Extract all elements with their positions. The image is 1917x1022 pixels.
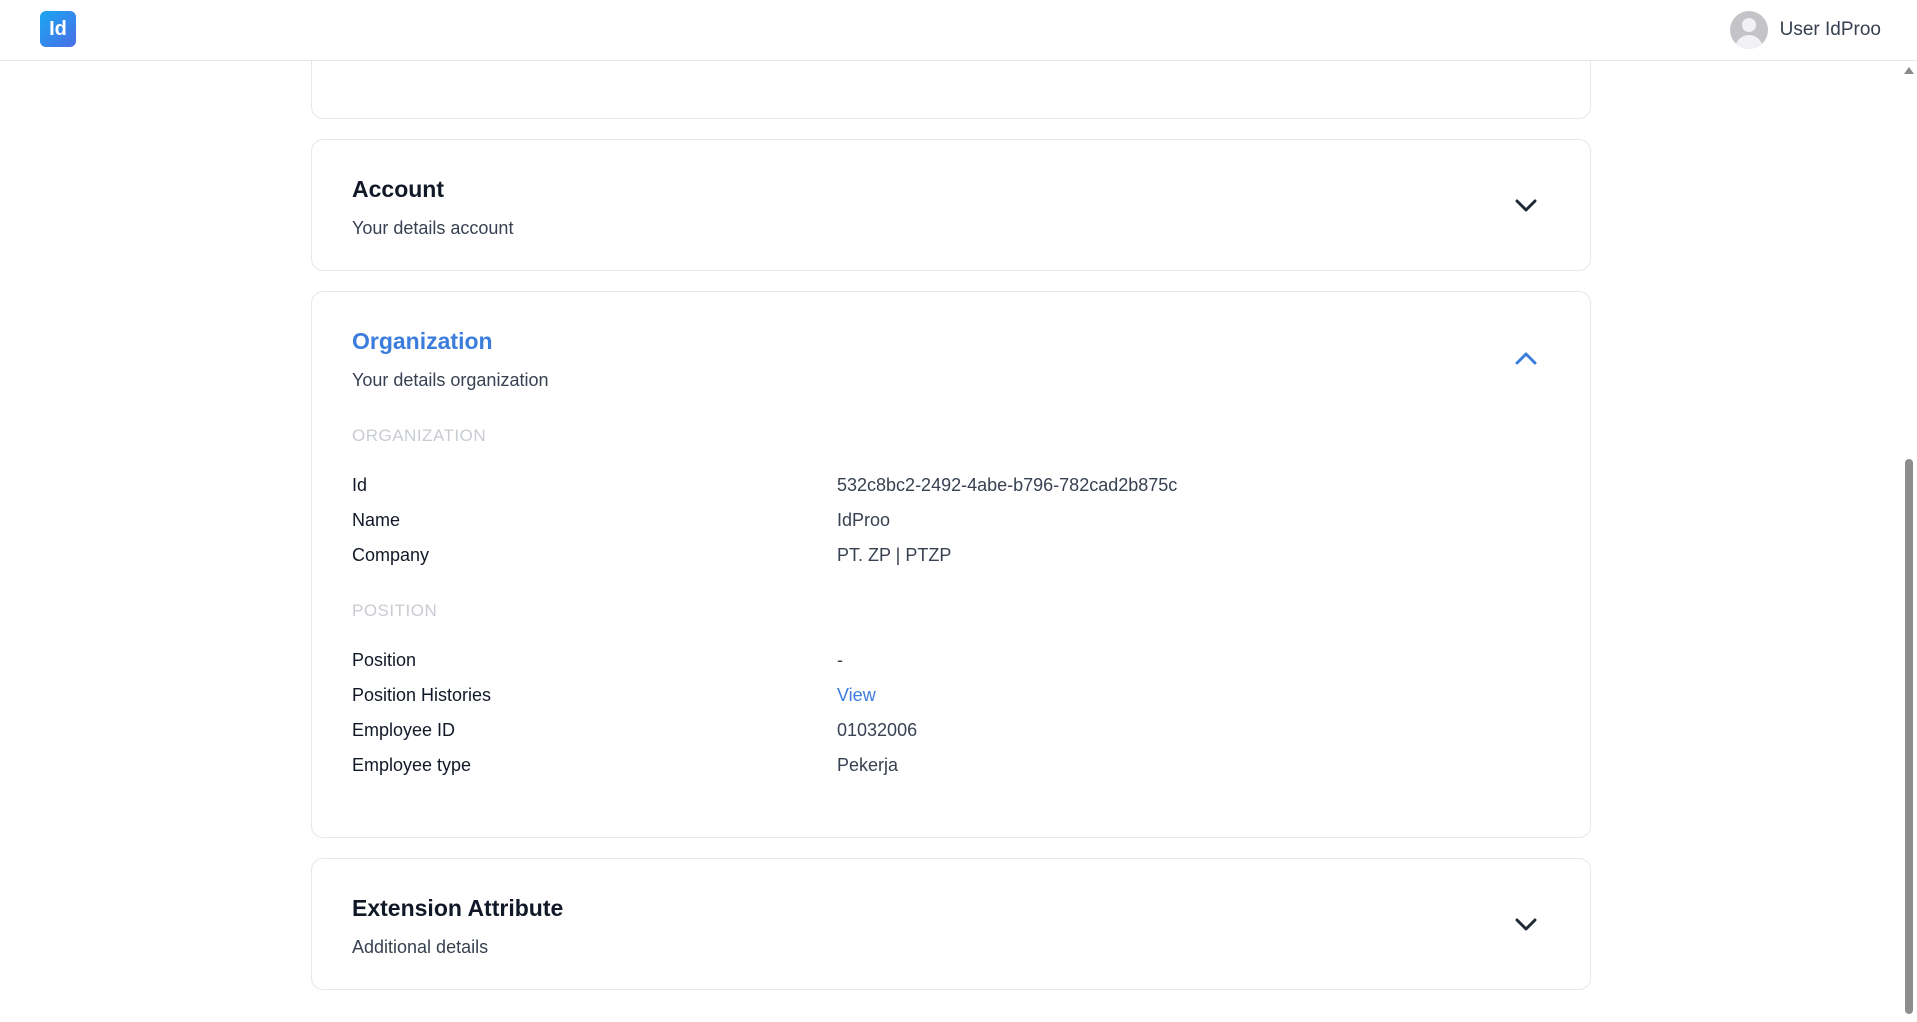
account-subtitle: Your details account: [352, 218, 514, 238]
detail-value: Pekerja: [837, 755, 899, 775]
scroll-up-arrow-icon[interactable]: [1904, 67, 1914, 74]
app-logo[interactable]: Id: [40, 11, 76, 47]
detail-row-employee-type: Employee type Pekerja: [352, 755, 1552, 785]
detail-row-position-histories: Position Histories View: [352, 685, 1552, 715]
detail-label: Employee type: [352, 755, 472, 775]
detail-value: PT. ZP | PTZP: [837, 545, 952, 565]
chevron-down-icon[interactable]: [1512, 911, 1540, 939]
detail-row-company: Company PT. ZP | PTZP: [352, 545, 1552, 575]
account-section[interactable]: Account Your details account: [311, 139, 1591, 271]
organization-heading: ORGANIZATION: [352, 426, 487, 445]
organization-subtitle: Your details organization: [352, 370, 549, 390]
organization-section[interactable]: Organization Your details organization O…: [311, 291, 1591, 838]
user-name[interactable]: User IdProo: [1780, 19, 1881, 41]
detail-label: Name: [352, 510, 401, 530]
detail-label: Id: [352, 475, 368, 495]
detail-label: Position: [352, 650, 417, 670]
scrollbar-thumb[interactable]: [1905, 459, 1913, 1014]
organization-title: Organization: [352, 328, 493, 354]
detail-row-id: Id 532c8bc2-2492-4abe-b796-782cad2b875c: [352, 475, 1552, 505]
chevron-down-icon[interactable]: [1512, 192, 1540, 220]
detail-row-name: Name IdProo: [352, 510, 1552, 540]
detail-value: 532c8bc2-2492-4abe-b796-782cad2b875c: [837, 475, 1178, 495]
detail-value: 01032006: [837, 720, 918, 740]
user-menu[interactable]: User IdProo: [1729, 11, 1881, 49]
top-navbar: Id User IdProo: [0, 0, 1917, 61]
position-heading: POSITION: [352, 601, 438, 620]
extension-subtitle: Additional details: [352, 937, 489, 957]
main-content: Account Your details account Organizatio…: [0, 61, 1900, 1022]
account-title: Account: [352, 176, 444, 202]
vertical-scrollbar[interactable]: [1900, 61, 1917, 1022]
previous-section-card: [311, 61, 1591, 119]
detail-value: -: [837, 650, 843, 670]
user-avatar-icon[interactable]: [1729, 11, 1768, 49]
detail-label: Employee ID: [352, 720, 456, 740]
detail-row-position: Position -: [352, 650, 1552, 680]
detail-value: IdProo: [837, 510, 891, 530]
detail-label: Position Histories: [352, 685, 492, 705]
extension-attribute-section[interactable]: Extension Attribute Additional details: [311, 858, 1591, 990]
detail-row-employee-id: Employee ID 01032006: [352, 720, 1552, 750]
view-position-histories-link[interactable]: View: [837, 685, 876, 706]
detail-label: Company: [352, 545, 430, 565]
extension-title: Extension Attribute: [352, 895, 564, 921]
chevron-up-icon[interactable]: [1512, 344, 1540, 372]
